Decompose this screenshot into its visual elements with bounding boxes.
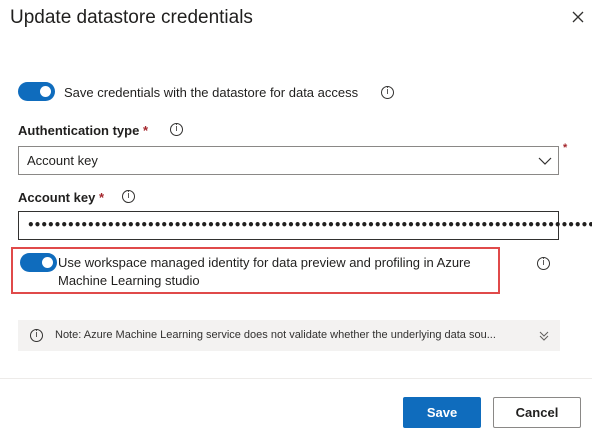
toggle-knob <box>40 86 51 97</box>
footer-divider <box>0 378 592 379</box>
chevron-double-down-icon[interactable] <box>538 330 550 342</box>
info-icon[interactable]: i <box>537 257 550 270</box>
save-credentials-toggle[interactable] <box>18 82 55 101</box>
required-mark: * <box>142 123 149 138</box>
chevron-down-icon <box>538 157 552 165</box>
account-key-value: ••••••••••••••••••••••••••••••••••••••••… <box>27 218 592 232</box>
save-button[interactable]: Save <box>403 397 481 428</box>
account-key-input[interactable]: ••••••••••••••••••••••••••••••••••••••••… <box>18 211 592 240</box>
auth-type-label: Authentication type * <box>18 123 148 138</box>
dialog-title: Update datastore credentials <box>10 7 253 28</box>
account-key-label: Account key * <box>18 190 104 205</box>
managed-identity-label-line1: Use workspace managed identity for data … <box>58 255 471 270</box>
auth-type-label-text: Authentication type <box>18 123 140 138</box>
info-icon[interactable]: i <box>122 190 135 203</box>
auth-type-value: Account key <box>27 153 98 168</box>
auth-type-select[interactable]: Account key <box>18 146 559 175</box>
close-icon[interactable] <box>570 9 586 25</box>
managed-identity-label-line2: Machine Learning studio <box>58 273 200 288</box>
save-credentials-label: Save credentials with the datastore for … <box>64 85 359 100</box>
required-mark: * <box>98 190 104 205</box>
info-icon[interactable]: i <box>170 123 183 136</box>
toggle-knob <box>42 257 53 268</box>
required-mark: * <box>563 142 568 154</box>
note-bar[interactable]: i Note: Azure Machine Learning service d… <box>18 320 560 351</box>
managed-identity-toggle[interactable] <box>20 253 57 272</box>
account-key-label-text: Account key <box>18 190 96 205</box>
cancel-button[interactable]: Cancel <box>493 397 581 428</box>
note-text: Note: Azure Machine Learning service doe… <box>55 329 496 341</box>
info-icon[interactable]: i <box>381 86 394 99</box>
info-icon: i <box>30 329 43 342</box>
